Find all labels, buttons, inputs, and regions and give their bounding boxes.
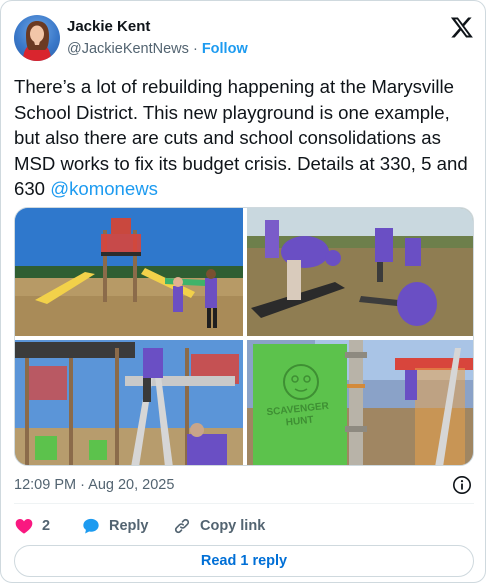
reply-button[interactable]: Reply <box>81 513 149 539</box>
author-handle[interactable]: @JackieKentNews <box>67 41 189 57</box>
tweet-text: There’s a lot of rebuilding happening at… <box>14 74 476 202</box>
divider <box>14 503 474 504</box>
like-count: 2 <box>42 518 51 534</box>
photo-ladder-on-structure[interactable] <box>15 340 243 466</box>
author-handle-row: @JackieKentNews · Follow <box>67 41 248 57</box>
reply-label: Reply <box>109 518 149 534</box>
tweet-card: Jackie Kent @JackieKentNews · Follow The… <box>0 0 486 583</box>
copy-link-label: Copy link <box>200 518 266 534</box>
mention-link[interactable]: @komonews <box>50 178 158 199</box>
avatar[interactable] <box>14 15 60 61</box>
media-grid: SCAVENGER HUNT <box>14 207 474 466</box>
read-replies-button[interactable]: Read 1 reply <box>14 545 474 577</box>
info-icon[interactable] <box>452 475 472 495</box>
x-logo-icon[interactable] <box>450 15 474 39</box>
link-icon <box>174 518 190 534</box>
tweet-timestamp[interactable]: 12:09 PM · Aug 20, 2025 <box>14 477 174 493</box>
separator-dot: · <box>192 41 198 57</box>
like-button[interactable]: 2 <box>14 513 50 539</box>
heart-icon <box>15 519 33 534</box>
follow-button[interactable]: Follow <box>202 41 248 57</box>
copy-link-button[interactable]: Copy link <box>172 513 265 539</box>
action-bar: 2 Reply Copy link <box>14 513 474 539</box>
reply-bubble-icon <box>83 518 99 534</box>
photo-scavenger-hunt-panel[interactable]: SCAVENGER HUNT <box>247 340 474 466</box>
photo-playground-overview[interactable] <box>15 208 243 336</box>
photo-volunteers-assembling[interactable] <box>247 208 474 336</box>
author-name[interactable]: Jackie Kent <box>67 18 150 35</box>
